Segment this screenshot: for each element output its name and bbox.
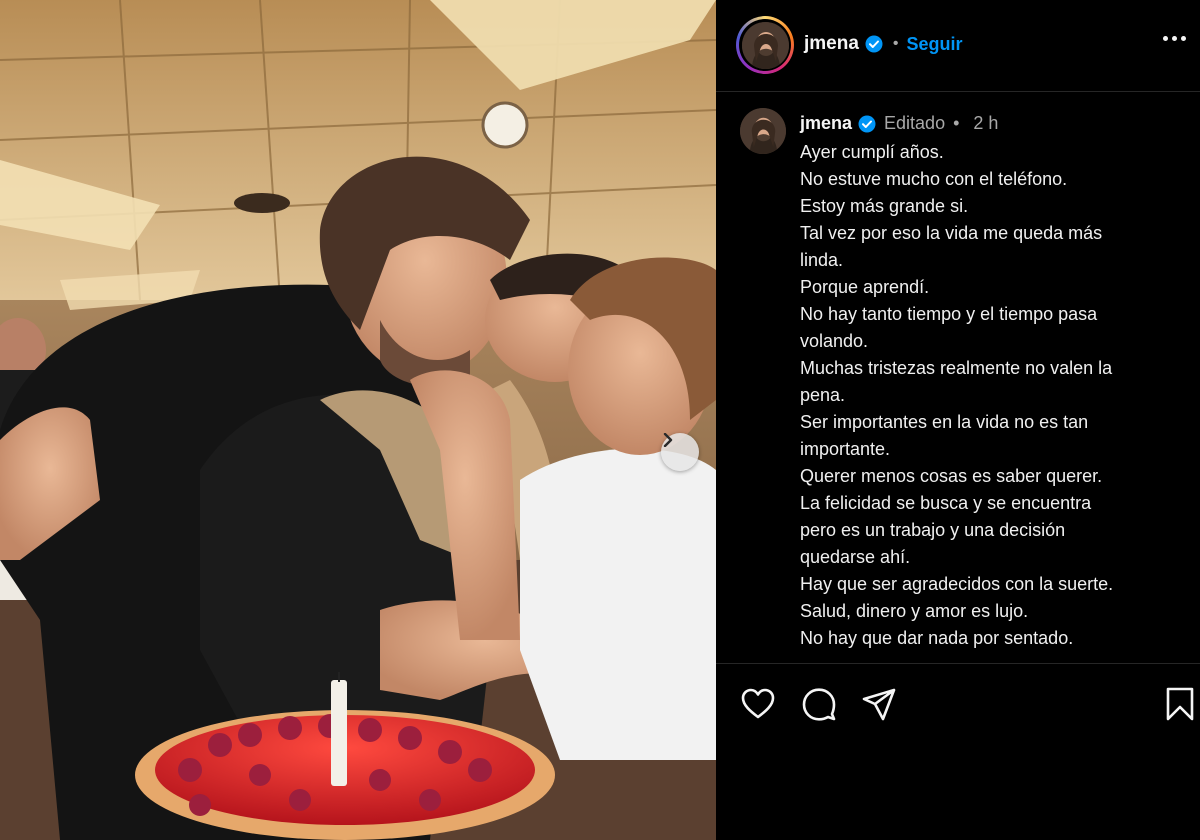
birthday-photo-illustration [0, 0, 716, 840]
post-photo[interactable] [0, 0, 716, 840]
header-username[interactable]: jmena [804, 33, 859, 55]
carousel-next-button[interactable] [661, 433, 699, 471]
caption-line: Muchas tristezas realmente no valen la [800, 358, 1113, 378]
caption-line: Salud, dinero y amor es lujo. [800, 601, 1029, 621]
caption-line: No estuve mucho con el teléfono. [800, 169, 1068, 189]
more-options-icon[interactable] [1163, 36, 1186, 41]
caption-line: Porque aprendí. [800, 277, 930, 297]
caption-username[interactable]: jmena [800, 113, 852, 134]
action-bar [716, 663, 1200, 840]
caption-line: Ser importantes en la vida no es tan [800, 412, 1089, 432]
caption-line: Ayer cumplí años. [800, 142, 944, 162]
caption-line: Querer menos cosas es saber querer. [800, 466, 1103, 486]
bookmark-icon[interactable] [1162, 686, 1198, 722]
header-separator: • [892, 35, 899, 52]
caption-line: pena. [800, 385, 846, 405]
story-ring[interactable] [736, 16, 794, 74]
follow-button[interactable]: Seguir [907, 34, 963, 55]
caption-avatar[interactable] [740, 108, 786, 154]
caption-separator: • [953, 113, 960, 133]
edited-label: Editado [884, 113, 946, 133]
caption-line: linda. [800, 250, 844, 270]
post-header: jmena • Seguir [716, 0, 1200, 92]
caption-line: La felicidad se busca y se encuentra [800, 493, 1092, 513]
avatar-image [741, 21, 789, 69]
caption-text: Ayer cumplí años. No estuve mucho con el … [800, 139, 1192, 652]
caption-line: quedarse ahí. [800, 547, 911, 567]
avatar-image [740, 108, 786, 154]
caption-header: jmena Editado • 2 h [800, 113, 998, 134]
caption-line: pero es un trabajo y una decisión [800, 520, 1066, 540]
caption-line: Hay que ser agradecidos con la suerte. [800, 574, 1114, 594]
heart-icon[interactable] [740, 686, 776, 722]
verified-badge-icon [858, 115, 876, 132]
send-icon[interactable] [861, 686, 897, 722]
caption-line: volando. [800, 331, 869, 351]
caption-line: Tal vez por eso la vida me queda más [800, 223, 1103, 243]
verified-badge-icon [865, 35, 883, 53]
post-time[interactable]: 2 h [973, 113, 998, 134]
comment-icon[interactable] [801, 686, 837, 722]
caption-line: No hay tanto tiempo y el tiempo pasa [800, 304, 1098, 324]
avatar[interactable] [741, 21, 789, 69]
post-side-panel: jmena • Seguir jmena Editado • 2 h Ayer … [716, 0, 1200, 840]
caption-line: importante. [800, 439, 891, 459]
caption-line: No hay que dar nada por sentado. [800, 628, 1074, 648]
caption-area[interactable]: jmena Editado • 2 h Ayer cumplí años. No … [716, 93, 1200, 663]
chevron-right-icon [663, 433, 673, 447]
caption-line: Estoy más grande si. [800, 196, 969, 216]
